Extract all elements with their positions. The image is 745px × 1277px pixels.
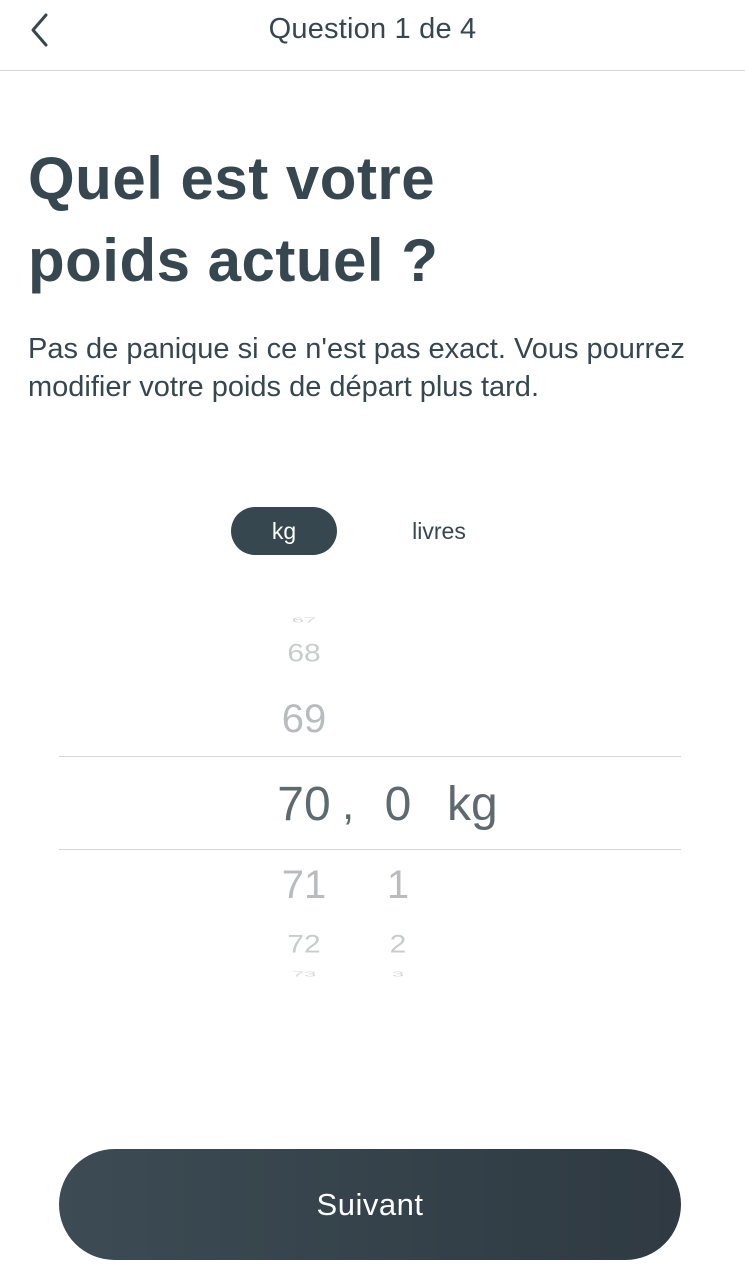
question-title-line-2: poids actuel ? — [28, 227, 439, 294]
picker-dec-selected[interactable]: 0 — [372, 777, 424, 832]
top-bar: Question 1 de 4 — [0, 0, 745, 71]
picker-dec-item[interactable]: 1 — [372, 863, 424, 908]
unit-option-kg[interactable]: kg — [231, 507, 337, 555]
picker-dec-edge-bottom: 3 — [391, 969, 405, 979]
decimal-separator: , — [342, 780, 355, 829]
weight-picker[interactable]: 67 68 69 70 , 0 kg 71 1 72 2 73 3 — [0, 615, 745, 990]
picker-selection-top-divider — [59, 756, 681, 757]
picker-int-edge-top: 67 — [291, 615, 317, 625]
question-title: Quel est votre poids actuel ? — [28, 138, 718, 302]
picker-int-item[interactable]: 69 — [262, 697, 346, 742]
next-button[interactable]: Suivant — [59, 1149, 681, 1260]
picker-dec-item[interactable]: 2 — [372, 931, 424, 959]
picker-int-selected[interactable]: 70 — [262, 777, 346, 832]
picker-int-item[interactable]: 68 — [262, 640, 346, 668]
page-title: Question 1 de 4 — [268, 13, 477, 45]
unit-option-livres[interactable]: livres — [386, 507, 492, 555]
picker-unit-label: kg — [447, 778, 498, 831]
picker-selection-bottom-divider — [59, 849, 681, 850]
question-title-line-1: Quel est votre — [28, 145, 436, 212]
question-description: Pas de panique si ce n'est pas exact. Vo… — [28, 333, 685, 403]
picker-int-item[interactable]: 72 — [262, 931, 346, 959]
picker-int-item[interactable]: 71 — [262, 863, 346, 908]
picker-int-edge-bottom: 73 — [291, 969, 317, 979]
